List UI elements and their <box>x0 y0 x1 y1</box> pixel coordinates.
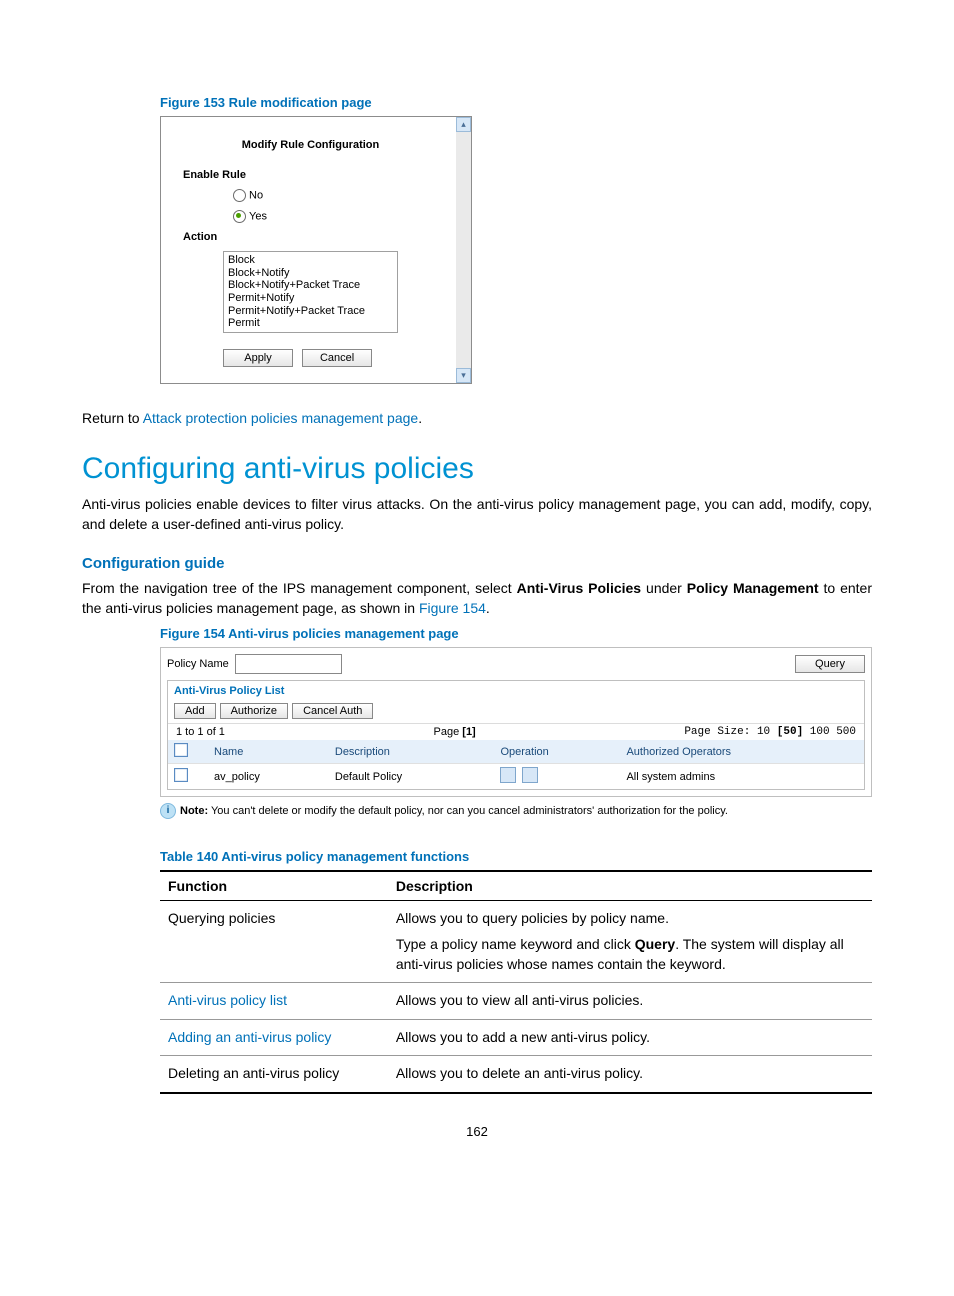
policy-name-label: Policy Name <box>167 658 229 670</box>
row-operators: All system admins <box>620 764 864 790</box>
query-button[interactable]: Query <box>795 655 865 673</box>
radio-yes-row[interactable]: Yes <box>233 210 438 223</box>
apply-button[interactable]: Apply <box>223 349 293 367</box>
return-link[interactable]: Attack protection policies management pa… <box>143 410 419 426</box>
radio-yes-icon[interactable] <box>233 210 246 223</box>
table-row: Adding an anti-virus policy Allows you t… <box>160 1019 872 1056</box>
authorize-button[interactable]: Authorize <box>220 703 288 719</box>
page-size-option[interactable]: 500 <box>836 726 856 738</box>
col-operation[interactable]: Operation <box>494 740 620 764</box>
return-line: Return to Attack protection policies man… <box>82 408 872 428</box>
row-description: Default Policy <box>329 764 495 790</box>
action-option[interactable]: Block <box>228 254 393 267</box>
enable-rule-label: Enable Rule <box>183 169 438 181</box>
intro-text: Anti-virus policies enable devices to fi… <box>82 494 872 535</box>
scroll-up-icon[interactable]: ▴ <box>456 117 471 132</box>
modify-rule-title: Modify Rule Configuration <box>183 139 438 151</box>
pager-page: Page [1] <box>434 726 476 738</box>
function-header: Function <box>160 871 388 901</box>
scroll-down-icon[interactable]: ▾ <box>456 368 471 383</box>
table-row: Querying policies Allows you to query po… <box>160 901 872 983</box>
table-140-caption: Table 140 Anti-virus policy management f… <box>160 849 872 864</box>
section-heading: Configuring anti-virus policies <box>82 452 872 486</box>
page-size: Page Size: 10 [50] 100 500 <box>684 726 856 738</box>
func-querying: Querying policies <box>160 901 388 983</box>
radio-yes-label: Yes <box>249 210 267 222</box>
info-icon: i <box>160 803 176 819</box>
action-option[interactable]: Permit+Notify <box>228 292 393 305</box>
add-button[interactable]: Add <box>174 703 216 719</box>
col-description[interactable]: Description <box>329 740 495 764</box>
page-size-option[interactable]: [50] <box>777 726 803 738</box>
modify-icon[interactable] <box>500 767 516 783</box>
select-all-checkbox[interactable] <box>174 743 188 757</box>
col-name[interactable]: Name <box>208 740 329 764</box>
action-option[interactable]: Permit <box>228 317 393 330</box>
page-size-option[interactable]: 10 <box>757 726 770 738</box>
action-option[interactable]: Block+Notify+Packet Trace <box>228 279 393 292</box>
figure-154-link[interactable]: Figure 154 <box>419 600 486 616</box>
row-name: av_policy <box>208 764 329 790</box>
table-row: Deleting an anti-virus policy Allows you… <box>160 1056 872 1093</box>
figure-153-panel: ▴ ▾ Modify Rule Configuration Enable Rul… <box>160 116 472 384</box>
radio-no-row[interactable]: No <box>233 189 438 202</box>
desc-line: Allows you to delete an anti-virus polic… <box>388 1056 872 1093</box>
figure-153-caption: Figure 153 Rule modification page <box>160 95 872 110</box>
radio-no-icon[interactable] <box>233 189 246 202</box>
action-option[interactable]: Block+Notify <box>228 267 393 280</box>
figure-154-caption: Figure 154 Anti-virus policies managemen… <box>160 626 872 641</box>
radio-no-label: No <box>249 189 263 201</box>
copy-icon[interactable] <box>522 767 538 783</box>
desc-line: Type a policy name keyword and click Que… <box>396 935 864 974</box>
cancel-button[interactable]: Cancel <box>302 349 372 367</box>
action-select[interactable]: Block Block+Notify Block+Notify+Packet T… <box>223 251 398 333</box>
config-guide-body: From the navigation tree of the IPS mana… <box>82 578 872 619</box>
desc-line: Allows you to query policies by policy n… <box>396 909 864 929</box>
note-line: iNote: You can't delete or modify the de… <box>160 803 872 819</box>
table-row: av_policy Default Policy All system admi… <box>168 764 864 790</box>
table-row: Anti-virus policy list Allows you to vie… <box>160 983 872 1020</box>
func-delete-av: Deleting an anti-virus policy <box>160 1056 388 1093</box>
policy-name-input[interactable] <box>235 654 342 674</box>
config-guide-heading: Configuration guide <box>82 555 872 572</box>
figure-154-panel: Policy Name Query Anti-Virus Policy List… <box>160 647 872 797</box>
pager-count: 1 to 1 of 1 <box>176 726 225 738</box>
cancel-auth-button[interactable]: Cancel Auth <box>292 703 373 719</box>
func-add-av-link[interactable]: Adding an anti-virus policy <box>168 1029 331 1045</box>
scrollbar[interactable]: ▴ ▾ <box>456 117 471 383</box>
func-av-list-link[interactable]: Anti-virus policy list <box>168 992 287 1008</box>
policy-list-title: Anti-Virus Policy List <box>168 681 864 701</box>
page-size-option[interactable]: 100 <box>810 726 830 738</box>
row-checkbox[interactable] <box>174 768 188 782</box>
desc-line: Allows you to add a new anti-virus polic… <box>388 1019 872 1056</box>
action-label: Action <box>183 231 438 243</box>
desc-line: Allows you to view all anti-virus polici… <box>388 983 872 1020</box>
action-option[interactable]: Permit+Notify+Packet Trace <box>228 305 393 318</box>
column-header-row: Name Description Operation Authorized Op… <box>168 740 864 764</box>
col-authorized-operators[interactable]: Authorized Operators <box>620 740 864 764</box>
function-table: Function Description Querying policies A… <box>160 870 872 1094</box>
description-header: Description <box>388 871 872 901</box>
page-number: 162 <box>82 1124 872 1139</box>
